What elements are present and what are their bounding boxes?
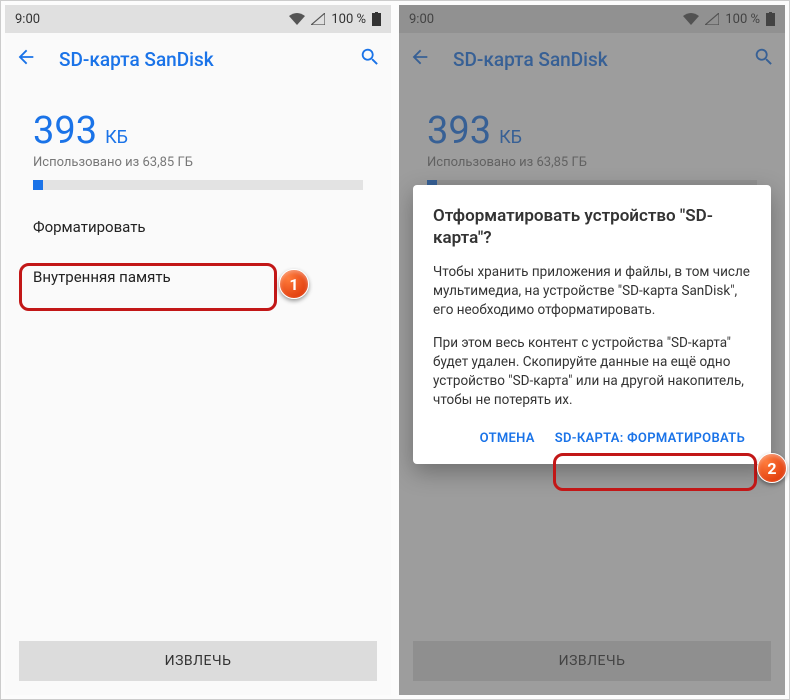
phone-right: 9:00 100 % SD-карта SanDisk [399, 5, 785, 695]
storage-size-unit: КБ [105, 127, 128, 148]
app-bar: SD-карта SanDisk [5, 33, 391, 85]
battery-percent: 100 % [331, 12, 366, 27]
status-bar: 9:00 100 % [5, 5, 391, 33]
option-internal-storage[interactable]: Внутренняя память [5, 252, 391, 302]
page-title: SD-карта SanDisk [59, 48, 337, 71]
annotation-badge-2: 2 [757, 453, 787, 483]
format-dialog: Отформатировать устройство "SD-карта"? Ч… [413, 185, 771, 464]
search-icon[interactable] [359, 46, 381, 72]
annotation-badge-1: 1 [279, 269, 309, 299]
content-area: 393 КБ Использовано из 63,85 ГБ Форматир… [5, 85, 391, 695]
storage-size-value: 393 [33, 109, 97, 153]
back-icon[interactable] [15, 46, 37, 72]
phone-left: 9:00 100 % SD-карта SanDisk [5, 5, 391, 695]
storage-summary: 393 КБ Использовано из 63,85 ГБ [5, 85, 391, 194]
option-format[interactable]: Форматировать [5, 202, 391, 252]
dialog-title: Отформатировать устройство "SD-карта"? [433, 205, 751, 249]
battery-icon [372, 12, 381, 26]
dialog-paragraph-2: При этом весь контент с устройства "SD-к… [433, 334, 751, 410]
dialog-cancel-button[interactable]: ОТМЕНА [474, 423, 541, 454]
storage-used-label: Использовано из 63,85 ГБ [33, 155, 363, 170]
dialog-format-button[interactable]: SD-КАРТА: ФОРМАТИРОВАТЬ [549, 423, 751, 454]
storage-progress-fill [33, 180, 43, 190]
wifi-icon [289, 13, 305, 25]
eject-button[interactable]: ИЗВЛЕЧЬ [19, 641, 377, 681]
clock: 9:00 [15, 12, 40, 27]
storage-progress-bar [33, 180, 363, 190]
dialog-paragraph-1: Чтобы хранить приложения и файлы, в том … [433, 263, 751, 320]
signal-icon [311, 13, 325, 25]
